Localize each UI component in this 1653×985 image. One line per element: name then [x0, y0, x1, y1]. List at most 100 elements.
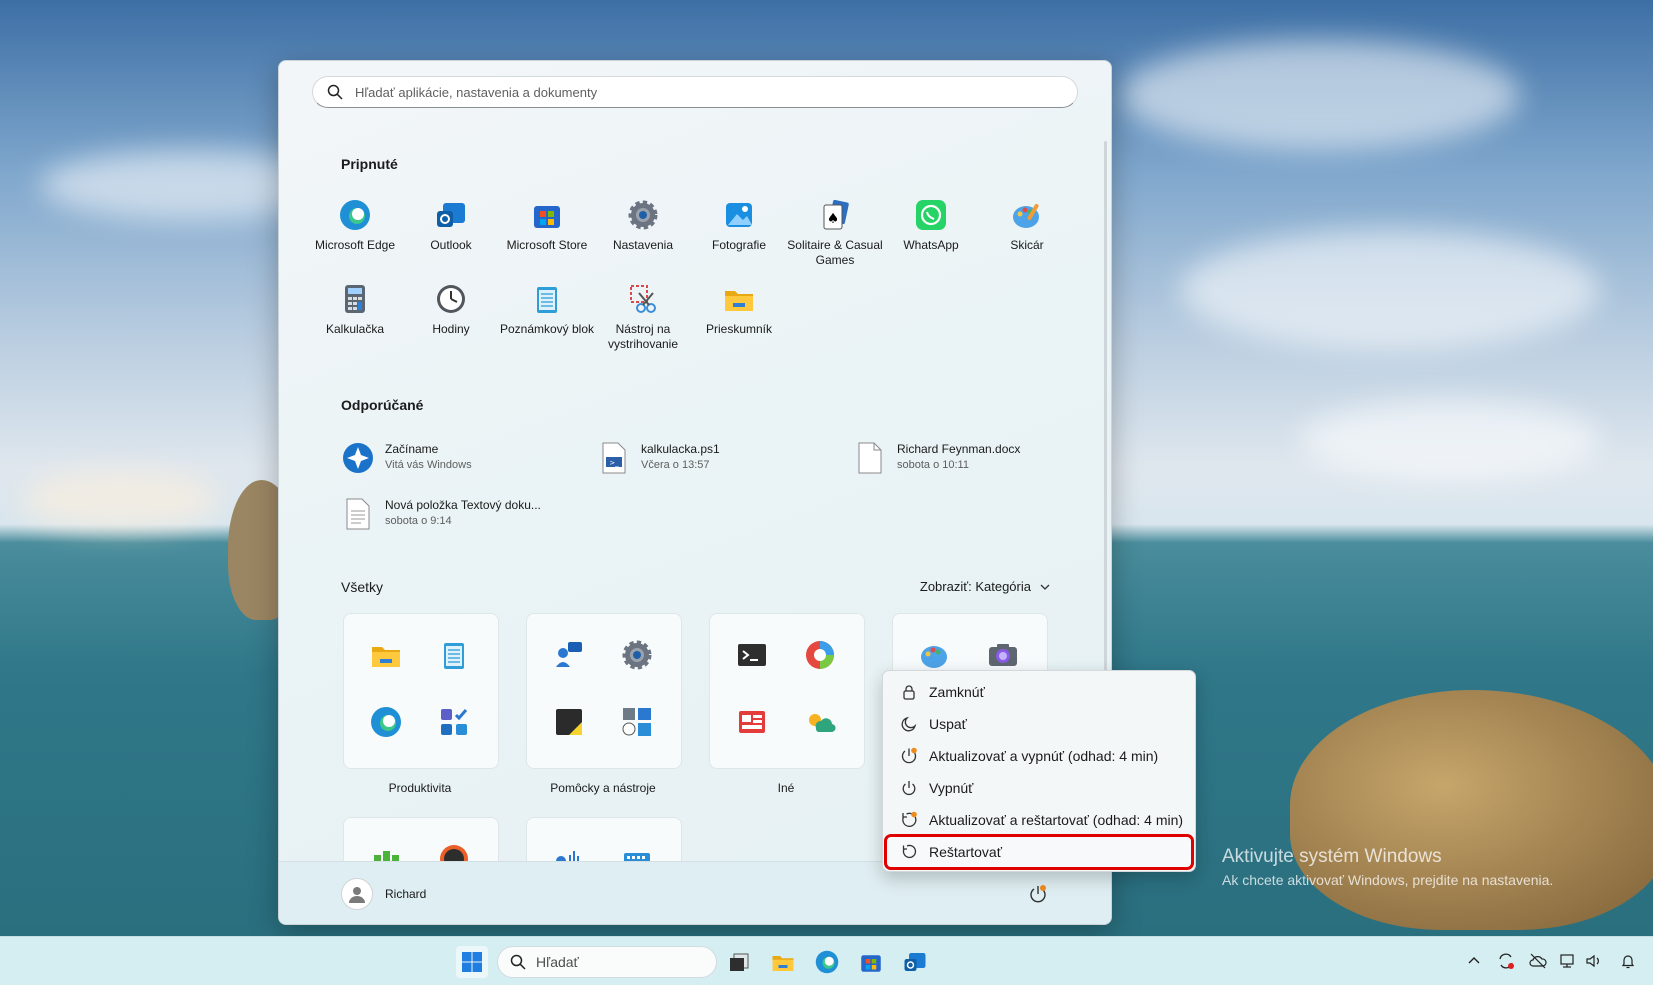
pinned-app-label: Solitaire & Casual Games — [787, 238, 883, 267]
pinned-app-store[interactable]: Microsoft Store — [499, 198, 595, 253]
power-button[interactable] — [1026, 882, 1050, 906]
task-view-button[interactable] — [723, 946, 755, 978]
app-folder-productivity[interactable] — [343, 613, 499, 769]
pinned-app-file-explorer[interactable]: Prieskumník — [691, 282, 787, 337]
taskbar-edge[interactable] — [811, 946, 843, 978]
svg-text:>_: >_ — [609, 459, 619, 467]
pinned-app-notepad[interactable]: Poznámkový blok — [499, 282, 595, 337]
menu-item-update-restart[interactable]: Aktualizovať a reštartovať (odhad: 4 min… — [887, 805, 1191, 835]
store-icon — [861, 955, 881, 972]
recommended-item[interactable]: Začíname Vitá vás Windows — [341, 440, 472, 476]
taskbar-file-explorer[interactable] — [767, 946, 799, 978]
menu-item-sleep[interactable]: Uspať — [887, 709, 1191, 739]
start-search-box[interactable] — [312, 76, 1078, 108]
taskbar-search-box[interactable]: Hľadať — [497, 946, 717, 978]
notepad-icon — [530, 282, 564, 316]
taskbar-outlook[interactable] — [899, 946, 931, 978]
pinned-app-edge[interactable]: Microsoft Edge — [307, 198, 403, 253]
solitaire-icon: ♠ — [818, 198, 852, 232]
tray-onedrive[interactable] — [1527, 950, 1549, 972]
get-started-icon — [341, 440, 375, 476]
network-icon — [1560, 954, 1574, 968]
avatar — [341, 878, 373, 910]
pinned-app-outlook[interactable]: Outlook — [403, 198, 499, 253]
power-update-icon — [1030, 885, 1046, 903]
photos-icon — [722, 198, 756, 232]
pinned-app-solitaire[interactable]: ♠ Solitaire & Casual Games — [787, 198, 883, 268]
view-label: Zobraziť: Kategória — [919, 579, 1031, 594]
app-folder-utilities[interactable] — [526, 613, 682, 769]
update-restart-icon — [899, 810, 919, 830]
chevron-up-icon — [1468, 957, 1480, 964]
edge-icon — [338, 198, 372, 232]
pinned-app-photos[interactable]: Fotografie — [691, 198, 787, 253]
whatsapp-icon — [914, 198, 948, 232]
watermark-subtitle: Ak chcete aktivovať Windows, prejdite na… — [1222, 872, 1554, 888]
view-category-dropdown[interactable]: Zobraziť: Kategória — [920, 579, 1051, 594]
menu-item-label: Reštartovať — [929, 844, 1002, 860]
user-account-button[interactable]: Richard — [341, 878, 426, 910]
tray-update[interactable] — [1495, 950, 1517, 972]
terminal-icon — [735, 638, 769, 672]
pinned-app-calculator[interactable]: Kalkulačka — [307, 282, 403, 337]
menu-item-label: Aktualizovať a reštartovať (odhad: 4 min… — [929, 812, 1184, 828]
snipping-tool-icon — [626, 282, 660, 316]
pinned-app-label: Nastavenia — [612, 238, 674, 252]
pinned-app-label: Prieskumník — [705, 322, 773, 336]
menu-item-update-shutdown[interactable]: Aktualizovať a vypnúť (odhad: 4 min) — [887, 741, 1191, 771]
watermark-title: Aktivujte systém Windows — [1222, 846, 1442, 867]
recommended-name: Richard Feynman.docx — [897, 442, 1021, 456]
paint-icon — [918, 638, 952, 672]
cloud-off-icon — [1529, 953, 1547, 969]
show-hidden-icons-button[interactable] — [1463, 950, 1485, 972]
edge-icon — [369, 705, 403, 739]
recommended-item[interactable]: Richard Feynman.docx sobota o 10:11 — [853, 440, 1020, 476]
start-button[interactable] — [456, 946, 488, 978]
settings-icon — [626, 198, 660, 232]
recommended-item[interactable]: Nová položka Textový doku... sobota o 9:1… — [341, 496, 541, 532]
recommended-item[interactable]: >_ kalkulacka.ps1 Včera o 13:57 — [597, 440, 720, 476]
taskbar-search-label: Hľadať — [536, 954, 579, 970]
calculator-icon — [338, 282, 372, 316]
taskbar-store[interactable] — [855, 946, 887, 978]
pinned-app-label: Microsoft Edge — [314, 238, 396, 252]
pinned-app-clock[interactable]: Hodiny — [403, 282, 499, 337]
pinned-app-snipping-tool[interactable]: Nástroj na vystrihovanie — [595, 282, 691, 352]
tray-network[interactable] — [1557, 950, 1579, 972]
chevron-down-icon — [1040, 584, 1050, 590]
search-icon — [327, 84, 343, 100]
pinned-app-settings[interactable]: Nastavenia — [595, 198, 691, 253]
file-explorer-icon — [722, 282, 756, 316]
recommended-title: Odporúčané — [341, 397, 424, 413]
menu-item-restart[interactable]: Reštartovať — [884, 834, 1194, 870]
pinned-app-paint[interactable]: Skicár — [979, 198, 1075, 253]
app-folder-other[interactable] — [709, 613, 865, 769]
settings-icon — [620, 638, 654, 672]
bell-icon — [1621, 955, 1635, 969]
svg-text:♠: ♠ — [827, 211, 840, 227]
search-icon — [510, 954, 526, 970]
office-apps-icon — [437, 705, 471, 739]
pinned-app-label: Nástroj na vystrihovanie — [607, 322, 679, 351]
news-icon — [735, 705, 769, 739]
start-icon — [462, 952, 482, 972]
outlook-icon — [434, 198, 468, 232]
copilot-icon — [803, 638, 837, 672]
all-apps-title: Všetky — [341, 579, 384, 595]
volume-icon — [1586, 954, 1599, 968]
tray-notifications[interactable] — [1617, 950, 1639, 972]
tray-volume[interactable] — [1583, 950, 1605, 972]
folder-label: Iné — [777, 781, 795, 795]
clock-icon — [434, 282, 468, 316]
start-search-input[interactable] — [353, 83, 1057, 101]
camera-icon — [986, 638, 1020, 672]
menu-item-lock[interactable]: Zamknúť — [887, 677, 1191, 707]
pinned-app-label: Outlook — [430, 238, 472, 252]
menu-item-label: Uspať — [929, 716, 967, 732]
menu-item-label: Vypnúť — [929, 780, 974, 796]
pinned-title: Pripnuté — [341, 156, 398, 172]
user-name: Richard — [385, 887, 427, 901]
menu-item-shutdown[interactable]: Vypnúť — [887, 773, 1191, 803]
update-shutdown-icon — [899, 746, 919, 766]
pinned-app-whatsapp[interactable]: WhatsApp — [883, 198, 979, 253]
